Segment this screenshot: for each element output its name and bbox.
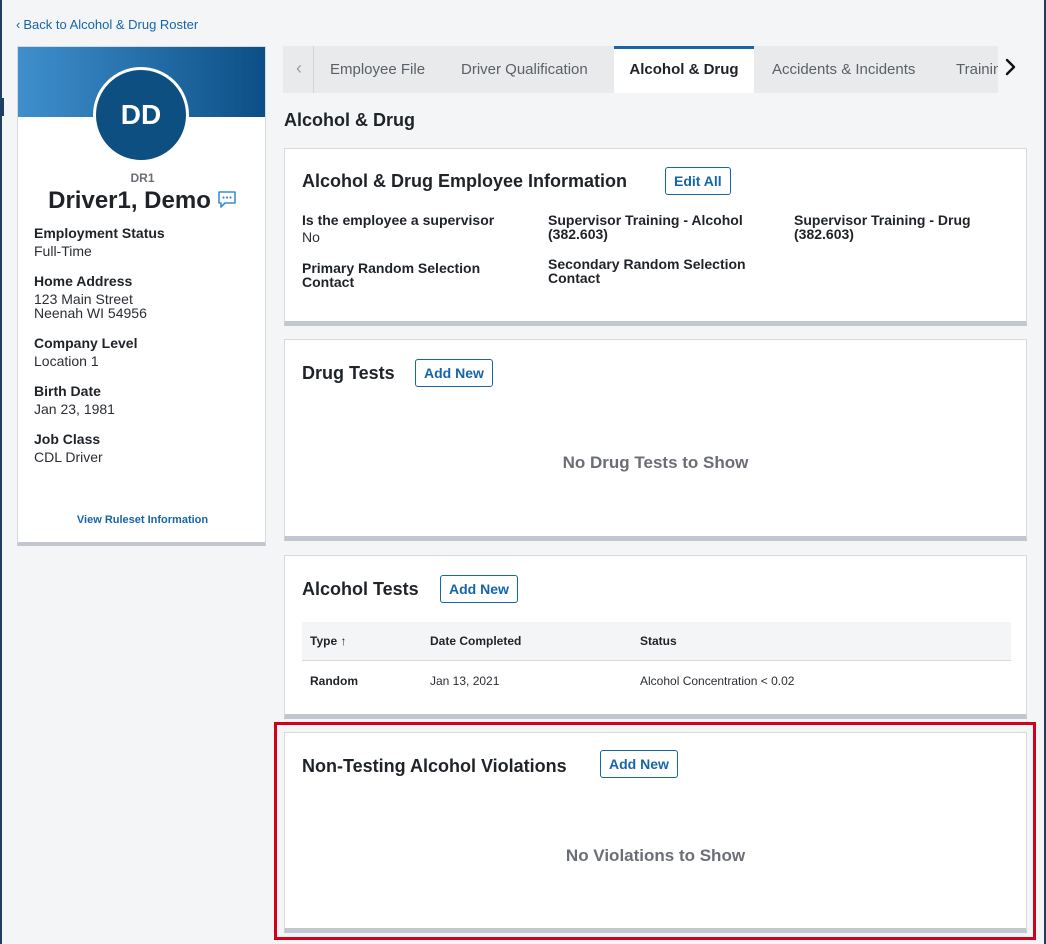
table-row[interactable]: Random Jan 13, 2021 Alcohol Concentratio… <box>302 661 1011 701</box>
employment-status-value: Full-Time <box>34 243 92 259</box>
add-alcohol-test-button[interactable]: Add New <box>440 575 518 603</box>
back-to-roster-link[interactable]: ‹ Back to Alcohol & Drug Roster <box>16 17 198 32</box>
home-address-label: Home Address <box>34 273 133 289</box>
chevron-left-icon: ‹ <box>16 17 21 32</box>
chat-bubble-icon[interactable] <box>217 188 237 216</box>
tab-driver-qualification[interactable]: Driver Qualification <box>461 46 588 93</box>
secondary-random-contact-label: Secondary Random Selection Contact <box>548 256 746 286</box>
job-class-field: Job Class CDL Driver <box>34 431 103 464</box>
home-address-street: 123 Main Street <box>34 291 133 307</box>
avatar: DD <box>93 67 189 163</box>
column-header-status[interactable]: Status <box>640 622 677 660</box>
window-edge-tick <box>0 98 4 116</box>
violations-panel: Non-Testing Alcohol Violations Add New N… <box>284 732 1027 933</box>
home-address-city: Neenah WI 54956 <box>34 305 147 321</box>
alcohol-tests-table-header: Type ↑ Date Completed Status <box>302 622 1011 661</box>
tab-employee-file[interactable]: Employee File <box>330 46 425 93</box>
is-supervisor-value: No <box>302 229 320 245</box>
employee-info-title: Alcohol & Drug Employee Information <box>302 171 628 191</box>
violations-title: Non-Testing Alcohol Violations <box>302 756 567 776</box>
tab-alcohol-drug[interactable]: Alcohol & Drug <box>614 46 754 93</box>
driver-name: Driver1, Demo <box>48 187 211 214</box>
birth-date-value: Jan 23, 1981 <box>34 401 115 417</box>
cell-type: Random <box>310 674 358 688</box>
tab-accidents-incidents[interactable]: Accidents & Incidents <box>772 46 915 93</box>
drug-tests-empty-message: No Drug Tests to Show <box>562 453 749 472</box>
supervisor-training-drug-label: Supervisor Training - Drug (382.603) <box>794 212 971 242</box>
job-class-label: Job Class <box>34 431 101 447</box>
cell-status: Alcohol Concentration < 0.02 <box>640 674 795 688</box>
birth-date-label: Birth Date <box>34 383 101 399</box>
page-title: Alcohol & Drug <box>284 110 415 130</box>
is-supervisor-label: Is the employee a supervisor <box>302 212 495 228</box>
driver-name-row: Driver1, Demo <box>18 187 267 216</box>
company-level-field: Company Level Location 1 <box>34 335 137 368</box>
driver-code: DR1 <box>130 171 155 185</box>
supervisor-training-alcohol-label: Supervisor Training - Alcohol (382.603) <box>548 212 743 242</box>
alcohol-tests-panel: Alcohol Tests Add New Type ↑ Date Comple… <box>284 555 1027 719</box>
edit-all-button[interactable]: Edit All <box>665 167 731 195</box>
chevron-left-icon: ‹ <box>296 58 302 78</box>
add-drug-test-button[interactable]: Add New <box>415 359 493 387</box>
company-level-label: Company Level <box>34 335 138 351</box>
violations-empty-message: No Violations to Show <box>565 846 746 865</box>
drug-tests-panel: Drug Tests Add New No Drug Tests to Show <box>284 339 1027 541</box>
alcohol-tests-title: Alcohol Tests <box>302 579 419 599</box>
cell-date-completed: Jan 13, 2021 <box>430 674 500 688</box>
primary-random-contact-label: Primary Random Selection Contact <box>302 260 481 290</box>
chevron-right-icon <box>1005 58 1016 76</box>
column-header-type[interactable]: Type ↑ <box>310 622 346 660</box>
employee-info-panel: Alcohol & Drug Employee Information Edit… <box>284 148 1027 326</box>
view-ruleset-link[interactable]: View Ruleset Information <box>18 514 267 526</box>
company-level-value: Location 1 <box>34 353 99 369</box>
add-violation-button[interactable]: Add New <box>600 750 678 778</box>
drug-tests-title: Drug Tests <box>302 363 395 383</box>
employment-status-field: Employment Status Full-Time <box>34 225 165 258</box>
back-link-label: Back to Alcohol & Drug Roster <box>23 17 199 32</box>
birth-date-field: Birth Date Jan 23, 1981 <box>34 383 115 416</box>
profile-card: DD DR1 Driver1, Demo Employment Status F… <box>17 46 266 546</box>
tab-bar: ‹ Employee File Driver Qualification Alc… <box>283 46 998 93</box>
tab-scroll-left-button[interactable]: ‹ <box>285 46 314 93</box>
job-class-value: CDL Driver <box>34 449 103 465</box>
home-address-field: Home Address 123 Main Street Neenah WI 5… <box>34 273 147 320</box>
column-header-date-completed[interactable]: Date Completed <box>430 622 521 660</box>
tab-scroll-right-button[interactable] <box>1004 56 1024 80</box>
tab-training[interactable]: Training <box>956 46 998 93</box>
employment-status-label: Employment Status <box>34 225 165 241</box>
window-edge-left <box>0 0 2 944</box>
